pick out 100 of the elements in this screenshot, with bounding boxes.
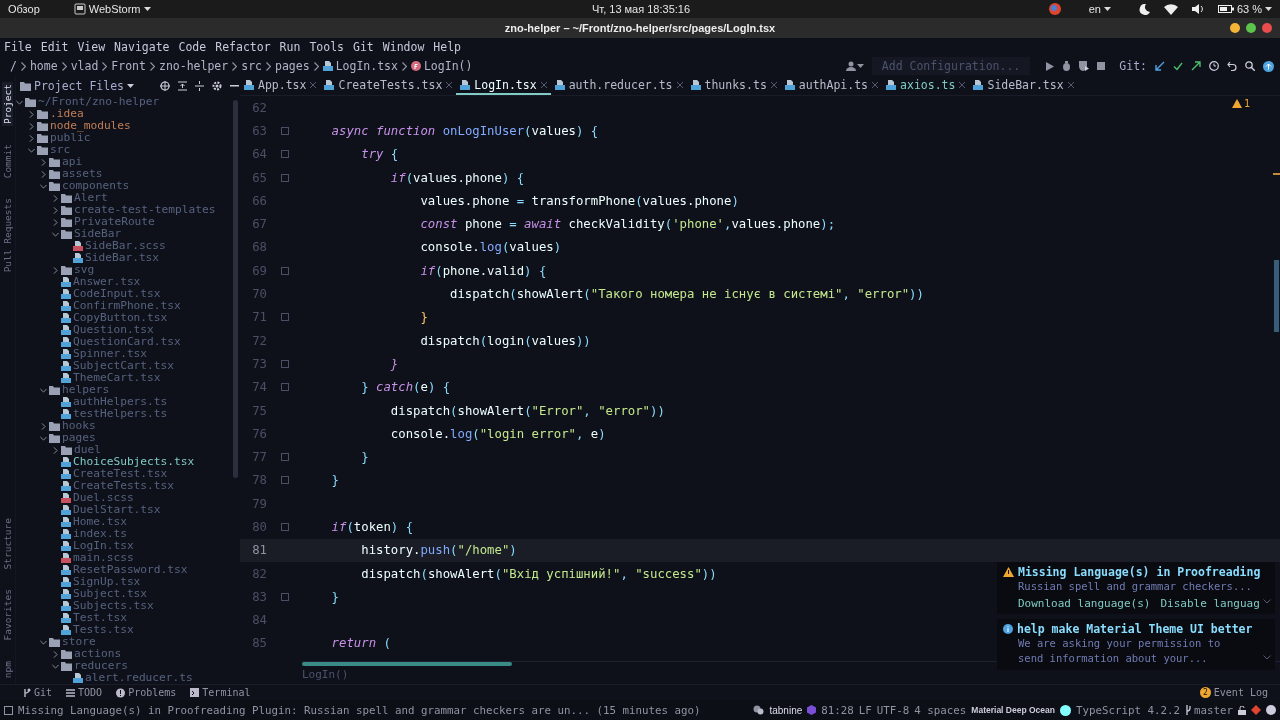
fold-marker-icon[interactable] (280, 126, 289, 135)
update-arrow-icon[interactable] (1155, 61, 1165, 71)
breadcrumb-item[interactable]: home (29, 59, 58, 73)
tree-item[interactable]: SideBar (74, 228, 122, 240)
maximize-button[interactable] (1246, 23, 1256, 33)
tree-item[interactable]: Answer.tsx (73, 276, 141, 288)
tree-item[interactable]: ResetPassword.tsx (73, 564, 188, 576)
tree-item[interactable]: Home.tsx (73, 516, 127, 528)
breadcrumb-item[interactable]: pages (275, 59, 310, 73)
editor-tab[interactable]: App.tsx (240, 76, 321, 95)
tool-window-tab[interactable]: npm (2, 658, 13, 680)
minimize-icon[interactable] (230, 85, 239, 87)
tree-item[interactable]: DuelStart.tsx (73, 504, 161, 516)
tree-item[interactable]: authHelpers.ts (73, 396, 168, 408)
close-button[interactable] (1262, 23, 1272, 33)
tree-item[interactable]: CodeInput.tsx (73, 288, 161, 300)
app-menu[interactable]: WebStorm (73, 3, 151, 15)
editor-tab[interactable]: LogIn.tsx (456, 76, 551, 95)
breadcrumb-item[interactable]: zno-helper (158, 59, 229, 73)
tree-item[interactable]: alert.reducer.ts (85, 672, 193, 684)
tree-item[interactable]: ChoiceSubjects.tsx (73, 456, 195, 468)
tree-item[interactable]: duel (74, 444, 101, 456)
tool-window-button[interactable]: Git (22, 687, 53, 698)
menu-item[interactable]: Tools (309, 40, 344, 54)
volume-icon[interactable] (1191, 4, 1204, 14)
collapse-all-icon[interactable] (195, 81, 204, 91)
activities-button[interactable]: Обзор (8, 3, 40, 15)
close-icon[interactable] (446, 81, 453, 88)
close-icon[interactable] (959, 81, 966, 88)
status-message[interactable]: Missing Language(s) in Proofreading Plugin: Russian spell and grammar checkers are un... (15 minutes ago) (18, 703, 701, 717)
tree-item[interactable]: actions (74, 648, 122, 660)
tree-item[interactable]: hooks (62, 420, 96, 432)
tree-item[interactable]: SideBar.scss (85, 240, 166, 252)
editor-tab[interactable]: authApi.ts (780, 76, 883, 95)
clock[interactable]: Чт, 13 мая 18:35:16 (592, 3, 691, 15)
shield-icon[interactable] (1079, 61, 1090, 71)
tree-item[interactable]: LogIn.tsx (73, 540, 134, 552)
menu-item[interactable]: Edit (40, 40, 69, 54)
plugin-icon[interactable] (753, 705, 765, 715)
breadcrumb-item[interactable]: src (241, 59, 262, 73)
tree-item[interactable]: components (62, 180, 130, 192)
problems-indicator[interactable]: 1 (1231, 98, 1250, 109)
tree-item[interactable]: ~/Front/zno-helper (38, 96, 160, 108)
breadcrumb-item[interactable]: Front (111, 59, 146, 73)
tree-item[interactable]: .idea (50, 108, 84, 120)
tree-item[interactable]: QuestionCard.tsx (73, 336, 181, 348)
menu-item[interactable]: Window (382, 40, 425, 54)
indent-setting[interactable]: 4 spaces (914, 703, 967, 717)
expand-all-icon[interactable] (178, 81, 187, 91)
panel-icon[interactable] (4, 705, 13, 715)
fold-marker-icon[interactable] (280, 359, 289, 368)
close-icon[interactable] (310, 81, 317, 88)
stop-icon[interactable] (1097, 62, 1106, 70)
tree-item[interactable]: Spinner.tsx (73, 348, 148, 360)
tool-window-tab[interactable]: Project (2, 82, 13, 127)
moon-icon[interactable] (1138, 3, 1150, 15)
tabnine-status[interactable]: tabnine (769, 704, 803, 716)
scrollbar-thumb[interactable] (1274, 260, 1279, 332)
locate-icon[interactable] (160, 81, 170, 91)
fold-marker-icon[interactable] (280, 523, 289, 531)
fold-marker-icon[interactable] (280, 150, 289, 159)
editor-tab[interactable]: CreateTests.tsx (320, 76, 457, 95)
clock-icon[interactable] (1209, 61, 1219, 71)
tree-item[interactable]: testHelpers.ts (73, 408, 168, 420)
browser-icon[interactable] (1048, 3, 1061, 15)
minimize-button[interactable] (1230, 23, 1240, 33)
tree-item[interactable]: store (62, 636, 96, 648)
tree-item[interactable]: SignUp.tsx (73, 576, 141, 588)
fold-marker-icon[interactable] (280, 313, 289, 322)
tree-item[interactable]: CreateTest.tsx (73, 468, 168, 480)
menu-item[interactable]: Run (279, 40, 301, 54)
tree-item[interactable]: Test.tsx (73, 612, 127, 624)
breadcrumb-item[interactable]: LogIn() (410, 59, 473, 73)
menu-item[interactable]: Git (353, 40, 374, 54)
git-branch[interactable]: master (1185, 703, 1233, 717)
tree-item[interactable]: reducers (74, 660, 128, 672)
event-log-button[interactable]: 2 Event Log (1199, 687, 1268, 698)
tree-item[interactable]: CreateTests.tsx (73, 480, 175, 492)
menu-item[interactable]: Code (178, 40, 207, 54)
wifi-icon[interactable] (1163, 3, 1178, 15)
tree-item[interactable]: Subject.tsx (73, 588, 148, 600)
fold-marker-icon[interactable] (280, 266, 289, 275)
menu-item[interactable]: View (77, 40, 106, 54)
tree-item[interactable]: Alert (74, 192, 108, 204)
notification-link[interactable]: Download language(s) (1018, 597, 1151, 610)
fold-marker-icon[interactable] (280, 453, 289, 462)
tree-item[interactable]: SideBar.tsx (85, 252, 160, 264)
tool-window-tab[interactable]: Pull Requests (2, 196, 13, 275)
battery-indicator[interactable]: 63 % (1217, 3, 1272, 15)
tree-item[interactable]: Subjects.tsx (73, 600, 154, 612)
breadcrumb-item[interactable]: / (10, 59, 17, 73)
caret-position[interactable]: 81:28 (821, 703, 854, 717)
line-separator[interactable]: LF (858, 703, 872, 717)
tree-item[interactable]: create-test-templates (74, 204, 216, 216)
lock-icon[interactable] (1238, 705, 1246, 715)
tool-window-tab[interactable]: Structure (2, 515, 13, 572)
tree-item[interactable]: assets (62, 168, 103, 180)
theme-name[interactable]: Material Deep Ocean (971, 705, 1055, 715)
close-icon[interactable] (770, 81, 777, 88)
menu-item[interactable]: Help (433, 40, 462, 54)
